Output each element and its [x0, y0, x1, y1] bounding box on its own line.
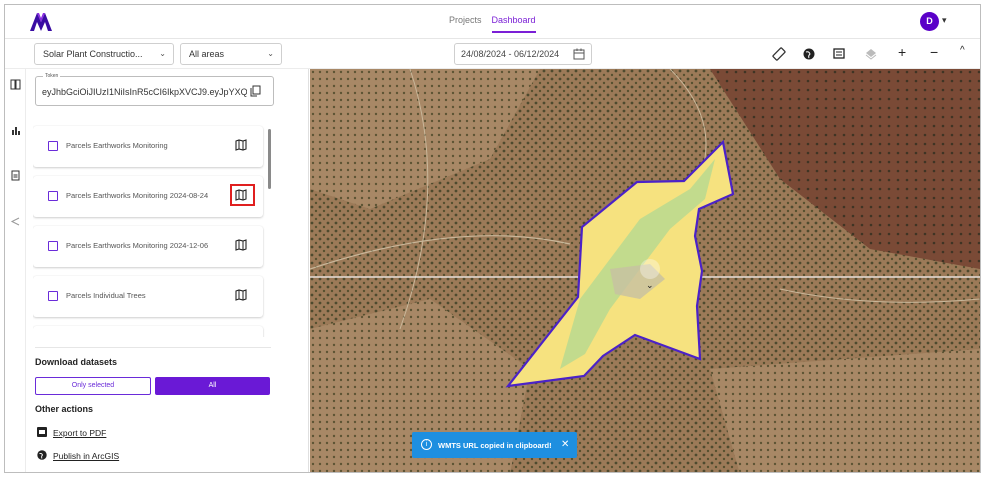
export-pdf-link[interactable]: Export to PDF	[37, 427, 106, 438]
share-icon[interactable]	[10, 216, 21, 227]
publish-arcgis-label: Publish in ArcGIS	[53, 451, 120, 461]
logo-icon[interactable]	[29, 10, 53, 32]
nav-projects[interactable]: Projects	[449, 15, 482, 33]
map-icon[interactable]	[235, 289, 247, 301]
ruler-icon[interactable]	[772, 47, 786, 61]
left-rail	[5, 69, 26, 472]
satellite-imagery: ⌄	[310, 69, 980, 472]
map-toolbar: Solar Plant Constructio... ⌄ All areas ⌄…	[5, 39, 980, 69]
book-icon[interactable]	[10, 79, 21, 90]
nav-links: Projects Dashboard	[449, 15, 536, 33]
list-item[interactable]: Parcels Earthworks Monitoring 2024-08-24	[33, 176, 263, 217]
download-title: Download datasets	[35, 357, 118, 367]
token-label: Token	[43, 73, 61, 79]
area-select-value: All areas	[189, 49, 225, 59]
calendar-icon	[573, 48, 585, 60]
layer-checkbox[interactable]	[48, 141, 58, 151]
list-item[interactable]: Parcels Earthworks Monitoring 2024-12-06	[33, 226, 263, 267]
list-item[interactable]: Parcels Individual Trees	[33, 276, 263, 317]
download-all-button[interactable]: All	[155, 377, 270, 395]
side-panel: Token eyJhbGciOiJIUzI1NiIsInR5cCI6IkpXVC…	[27, 69, 309, 472]
top-navigation: Projects Dashboard D ▾	[5, 5, 980, 39]
date-range-value: 24/08/2024 - 06/12/2024	[461, 49, 560, 59]
token-field[interactable]: Token eyJhbGciOiJIUzI1NiIsInR5cCI6IkpXVC…	[35, 73, 274, 106]
date-range-picker[interactable]: 24/08/2024 - 06/12/2024	[454, 43, 592, 65]
map-view[interactable]: ⌄	[310, 69, 980, 472]
list-item[interactable]: Parcels Earthworks Monitoring	[33, 126, 263, 167]
area-select[interactable]: All areas ⌄	[180, 43, 282, 65]
map-icon[interactable]	[235, 139, 247, 151]
toast-message: WMTS URL copied in clipboard!	[438, 441, 552, 450]
layers-icon[interactable]	[864, 47, 878, 61]
highlight-box	[230, 184, 255, 206]
nav-dashboard[interactable]: Dashboard	[491, 15, 536, 33]
layer-label: Parcels Earthworks Monitoring 2024-12-06	[66, 241, 209, 250]
comment-icon[interactable]	[832, 47, 846, 61]
app-window: Projects Dashboard D ▾ Solar Plant Const…	[4, 4, 981, 473]
document-icon[interactable]	[10, 170, 21, 181]
scrollbar[interactable]	[268, 125, 272, 331]
other-actions-title: Other actions	[35, 404, 94, 414]
zoom-out-button[interactable]: −	[930, 44, 944, 60]
layer-label: Parcels Earthworks Monitoring	[66, 141, 168, 150]
bar-chart-icon[interactable]	[10, 125, 21, 136]
publish-arcgis-link[interactable]: Publish in ArcGIS	[37, 450, 119, 461]
chevron-up-icon[interactable]: ^	[960, 45, 974, 59]
avatar[interactable]: D	[920, 12, 939, 31]
project-select[interactable]: Solar Plant Constructio... ⌄	[34, 43, 174, 65]
copy-icon[interactable]	[250, 85, 261, 97]
zoom-in-button[interactable]: +	[898, 44, 912, 60]
layer-checkbox[interactable]	[48, 241, 58, 251]
layer-checkbox[interactable]	[48, 191, 58, 201]
globe-icon[interactable]	[802, 47, 816, 61]
layer-label: Parcels Individual Trees	[66, 291, 146, 300]
export-pdf-label: Export to PDF	[53, 428, 107, 438]
list-item[interactable]	[33, 326, 263, 337]
map-icon[interactable]	[235, 239, 247, 251]
chevron-down-icon: ⌄	[159, 49, 166, 58]
token-value[interactable]: eyJhbGciOiJIUzI1NiIsInR5cCI6IkpXVCJ9.eyJ…	[42, 87, 247, 97]
globe-icon	[37, 450, 47, 460]
only-selected-button[interactable]: Only selected	[35, 377, 151, 395]
svg-text:⌄: ⌄	[646, 280, 654, 290]
chevron-down-icon[interactable]: ▾	[942, 15, 947, 26]
layer-label: Parcels Earthworks Monitoring 2024-08-24	[66, 191, 209, 200]
chevron-down-icon: ⌄	[267, 49, 274, 58]
layer-list: Parcels Earthworks Monitoring Parcels Ea…	[33, 123, 269, 337]
divider	[35, 347, 271, 348]
layer-checkbox[interactable]	[48, 291, 58, 301]
pdf-icon	[37, 427, 47, 437]
toast-notification: i WMTS URL copied in clipboard! ✕	[412, 432, 577, 458]
info-icon: i	[421, 439, 432, 450]
close-icon[interactable]: ✕	[561, 439, 569, 450]
project-select-value: Solar Plant Constructio...	[43, 49, 143, 59]
scrollbar-thumb[interactable]	[268, 129, 271, 189]
